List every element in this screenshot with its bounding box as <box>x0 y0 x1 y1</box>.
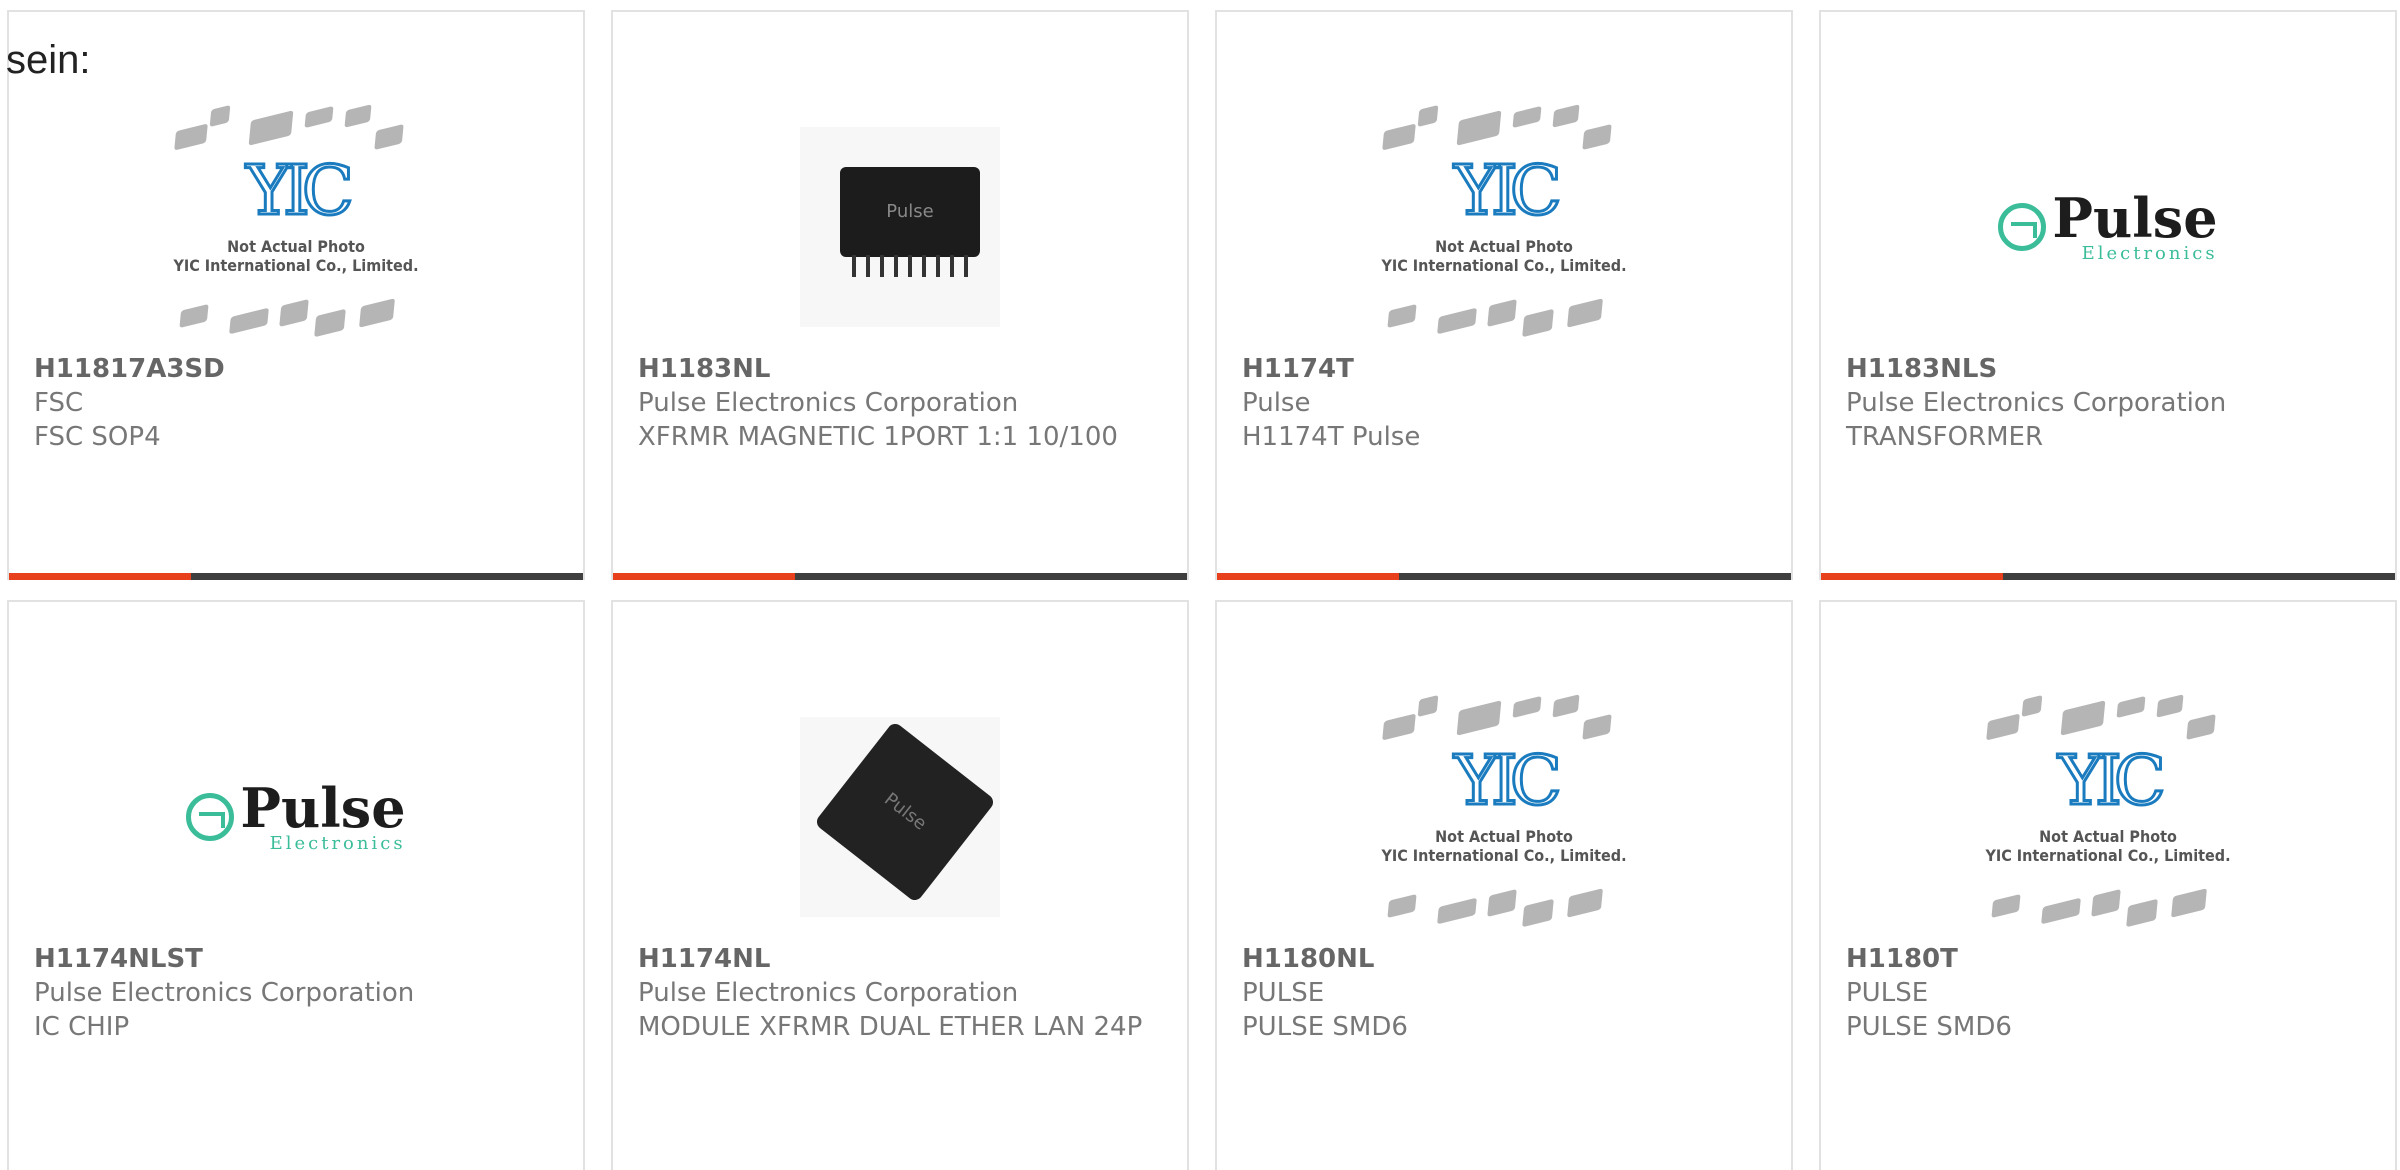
product-info: H1183NL Pulse Electronics Corporation XF… <box>638 352 1162 454</box>
yic-logo: YIC <box>2057 742 2168 821</box>
product-image-placeholder[interactable]: YIC Not Actual Photo YIC International Co… <box>1821 682 2395 952</box>
product-card[interactable]: YIC Not Actual Photo YIC International Co… <box>1215 10 1793 580</box>
product-info: H1174NLST Pulse Electronics Corporation … <box>34 942 558 1044</box>
pulse-electronics-logo-icon: Pulse Electronics <box>1998 191 2218 263</box>
product-image[interactable]: Pulse Electronics <box>1821 92 2395 362</box>
part-number[interactable]: H1174NLST <box>34 942 558 976</box>
card-footer-bar <box>1821 573 2395 580</box>
placeholder-caption: Not Actual Photo YIC International Co., L… <box>1381 237 1627 275</box>
product-info: H1180NL PULSE PULSE SMD6 <box>1242 942 1766 1044</box>
pulse-electronics-logo-icon: Pulse Electronics <box>186 781 406 853</box>
part-number[interactable]: H1174NL <box>638 942 1162 976</box>
manufacturer: Pulse <box>1242 388 1311 418</box>
manufacturer: Pulse Electronics Corporation <box>638 978 1019 1008</box>
part-number[interactable]: H1180T <box>1846 942 2370 976</box>
part-number[interactable]: H1183NLS <box>1846 352 2370 386</box>
description: PULSE SMD6 <box>1846 1012 2012 1042</box>
description: H1174T Pulse <box>1242 422 1421 452</box>
product-image-placeholder[interactable]: YIC Not Actual Photo YIC International Co… <box>9 92 583 362</box>
product-image[interactable]: Pulse <box>613 92 1187 362</box>
manufacturer: Pulse Electronics Corporation <box>638 388 1019 418</box>
yic-logo: YIC <box>1453 742 1564 821</box>
product-card[interactable]: YIC Not Actual Photo YIC International Co… <box>1215 600 1793 1170</box>
manufacturer: PULSE <box>1846 978 1929 1008</box>
product-info: H1174T Pulse H1174T Pulse <box>1242 352 1766 454</box>
placeholder-caption: Not Actual Photo YIC International Co., L… <box>173 237 419 275</box>
description: IC CHIP <box>34 1012 130 1042</box>
manufacturer: FSC <box>34 388 84 418</box>
product-card[interactable]: Pulse Electronics H1183NLS Pulse Electro… <box>1819 10 2397 580</box>
product-info: H11817A3SD FSC FSC SOP4 <box>34 352 558 454</box>
part-number[interactable]: H11817A3SD <box>34 352 558 386</box>
description: PULSE SMD6 <box>1242 1012 1408 1042</box>
qfp-module-photo-icon: Pulse <box>800 717 1000 917</box>
product-image[interactable]: Pulse <box>613 682 1187 952</box>
manufacturer: Pulse Electronics Corporation <box>1846 388 2227 418</box>
placeholder-caption: Not Actual Photo YIC International Co., L… <box>1985 827 2231 865</box>
description: MODULE XFRMR DUAL ETHER LAN 24P <box>638 1012 1143 1042</box>
product-card[interactable]: YIC Not Actual Photo YIC International Co… <box>7 10 585 580</box>
yic-placeholder-icon: YIC Not Actual Photo YIC International Co… <box>156 97 436 357</box>
product-info: H1180T PULSE PULSE SMD6 <box>1846 942 2370 1044</box>
product-image-placeholder[interactable]: YIC Not Actual Photo YIC International Co… <box>1217 92 1791 362</box>
description: FSC SOP4 <box>34 422 161 452</box>
manufacturer: PULSE <box>1242 978 1325 1008</box>
product-image[interactable]: Pulse Electronics <box>9 682 583 952</box>
product-card[interactable]: Pulse H1183NL Pulse Electronics Corporat… <box>611 10 1189 580</box>
product-card[interactable]: Pulse H1174NL Pulse Electronics Corporat… <box>611 600 1189 1170</box>
header-fragment: sein: <box>6 38 91 82</box>
part-number[interactable]: H1180NL <box>1242 942 1766 976</box>
product-card[interactable]: YIC Not Actual Photo YIC International Co… <box>1819 600 2397 1170</box>
card-footer-bar <box>9 573 583 580</box>
yic-placeholder-icon: YIC Not Actual Photo YIC International Co… <box>1968 687 2248 947</box>
smd-transformer-photo-icon: Pulse <box>800 127 1000 327</box>
yic-placeholder-icon: YIC Not Actual Photo YIC International Co… <box>1364 687 1644 947</box>
yic-logo: YIC <box>1453 152 1564 231</box>
description: TRANSFORMER <box>1846 422 2044 452</box>
card-footer-bar <box>613 573 1187 580</box>
product-image-placeholder[interactable]: YIC Not Actual Photo YIC International Co… <box>1217 682 1791 952</box>
card-footer-bar <box>1217 573 1791 580</box>
description: XFRMR MAGNETIC 1PORT 1:1 10/100 <box>638 422 1118 452</box>
yic-placeholder-icon: YIC Not Actual Photo YIC International Co… <box>1364 97 1644 357</box>
part-number[interactable]: H1183NL <box>638 352 1162 386</box>
yic-logo: YIC <box>245 152 356 231</box>
product-card[interactable]: Pulse Electronics H1174NLST Pulse Electr… <box>7 600 585 1170</box>
part-number[interactable]: H1174T <box>1242 352 1766 386</box>
product-info: H1174NL Pulse Electronics Corporation MO… <box>638 942 1162 1044</box>
placeholder-caption: Not Actual Photo YIC International Co., L… <box>1381 827 1627 865</box>
manufacturer: Pulse Electronics Corporation <box>34 978 415 1008</box>
product-info: H1183NLS Pulse Electronics Corporation T… <box>1846 352 2370 454</box>
